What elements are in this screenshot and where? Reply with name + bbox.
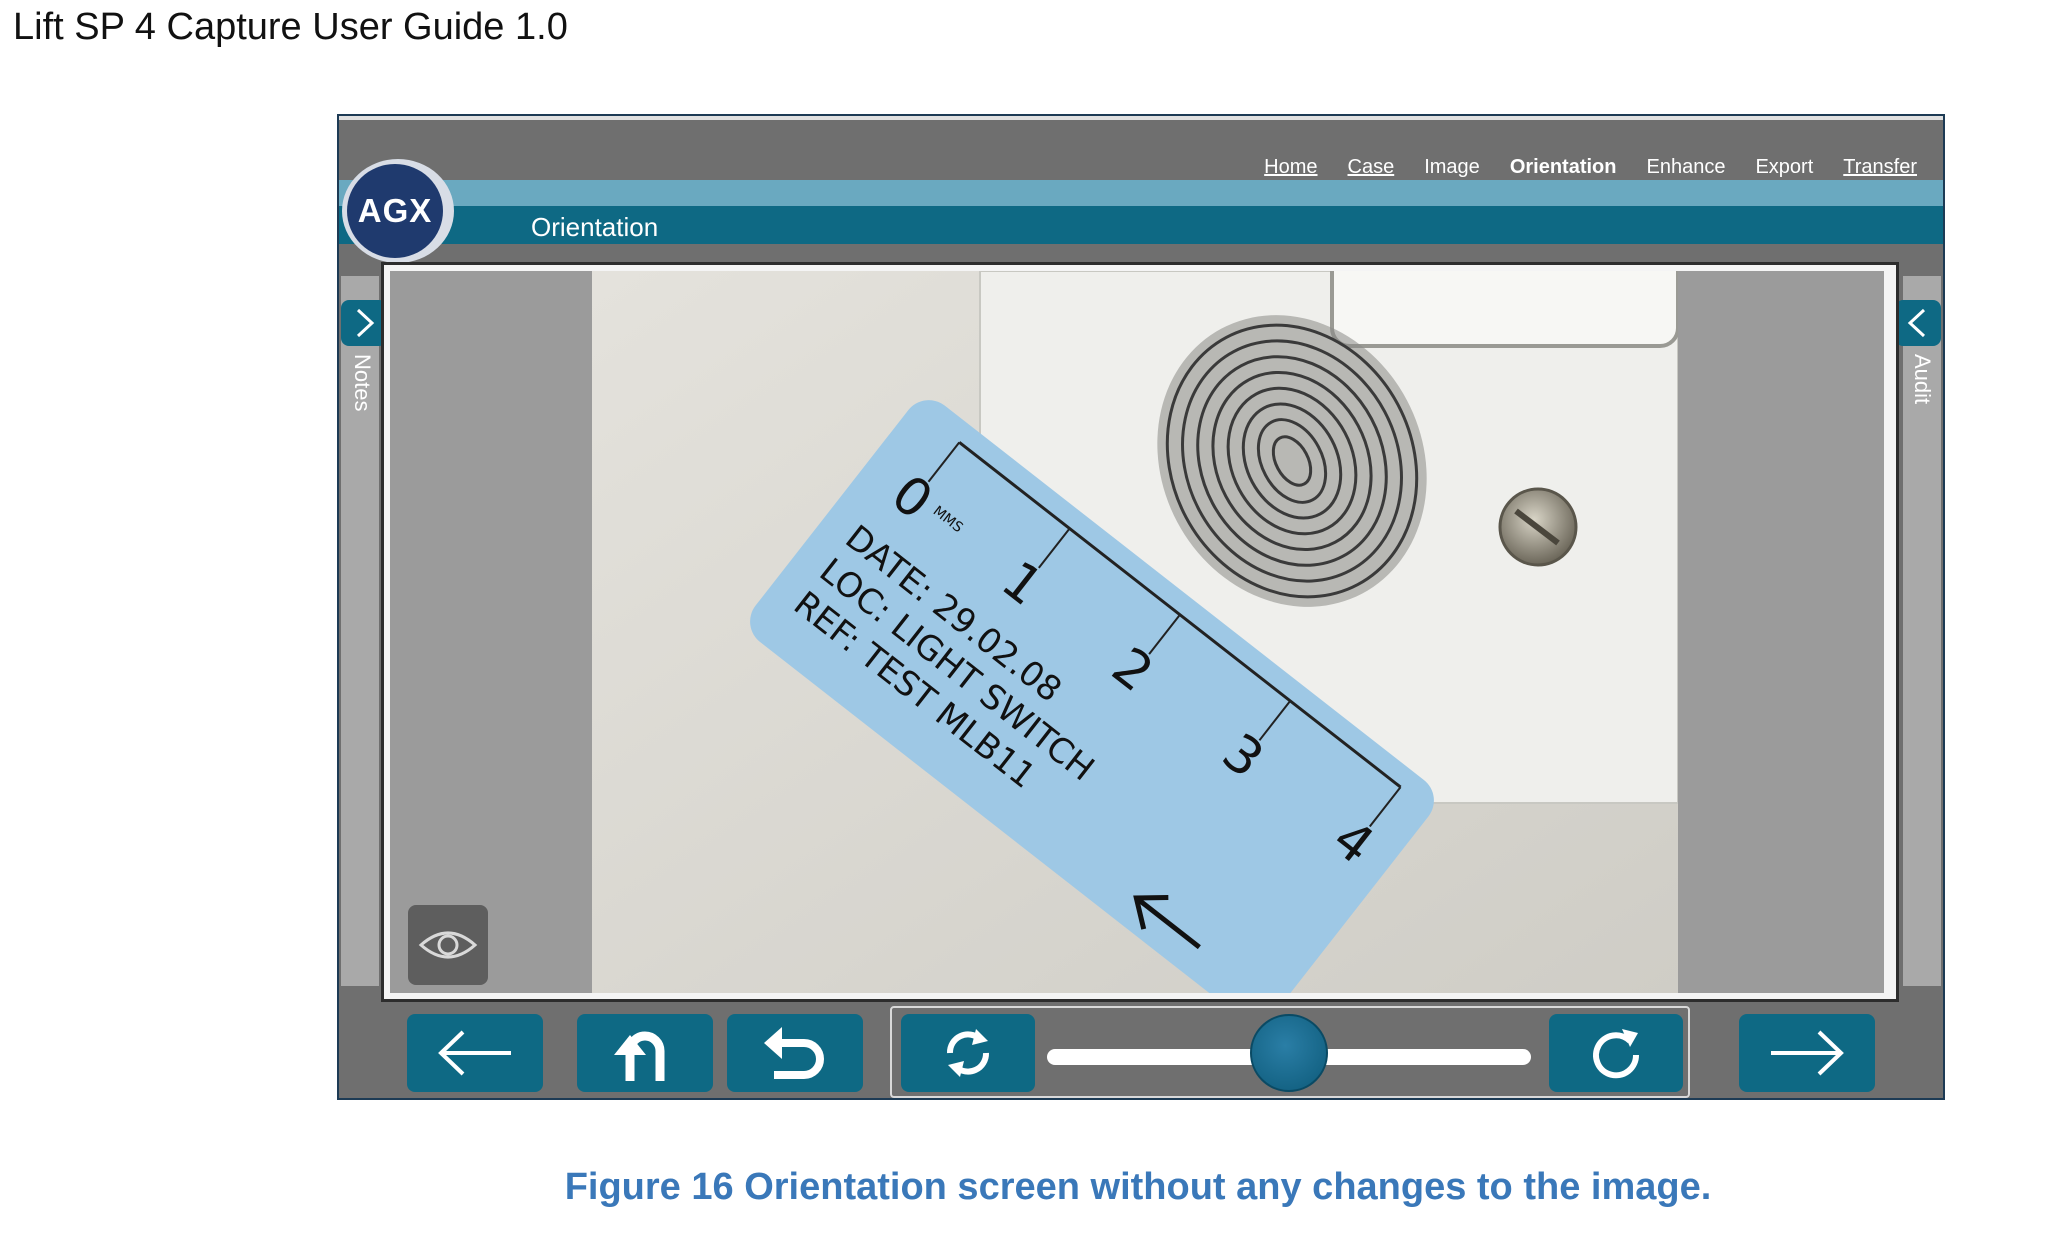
nav-enhance[interactable]: Enhance bbox=[1646, 156, 1725, 179]
rotate-arrows-icon bbox=[947, 1029, 989, 1077]
rotate-button[interactable] bbox=[1549, 1014, 1683, 1092]
evidence-photo[interactable]: 0 MMS 1 2 3 4 DATE: 29.02.08 LOC: LIGHT … bbox=[592, 271, 1678, 993]
nav-case[interactable]: Case bbox=[1348, 156, 1395, 179]
nav-export[interactable]: Export bbox=[1755, 156, 1813, 179]
arrow-right-icon bbox=[1771, 1030, 1844, 1076]
preview-toggle-button[interactable] bbox=[408, 905, 488, 985]
top-nav: Home Case Image Orientation Enhance Expo… bbox=[1264, 156, 1917, 179]
arrow-left-icon bbox=[438, 1030, 511, 1076]
undo-icon bbox=[764, 1027, 824, 1079]
notes-label: Notes bbox=[350, 354, 375, 412]
app-screenshot: Home Case Image Orientation Enhance Expo… bbox=[337, 114, 1945, 1100]
audit-expand-button[interactable] bbox=[1895, 300, 1941, 346]
back-button[interactable] bbox=[407, 1014, 543, 1092]
bottom-toolbar bbox=[339, 1002, 1943, 1098]
flip-button[interactable] bbox=[577, 1014, 713, 1092]
viewer-canvas: 0 MMS 1 2 3 4 DATE: 29.02.08 LOC: LIGHT … bbox=[390, 271, 1884, 993]
evidence-photo-art: 0 MMS 1 2 3 4 DATE: 29.02.08 LOC: LIGHT … bbox=[592, 271, 1678, 993]
window-top-line bbox=[339, 116, 1943, 120]
next-button[interactable] bbox=[1739, 1014, 1875, 1092]
image-viewer[interactable]: 0 MMS 1 2 3 4 DATE: 29.02.08 LOC: LIGHT … bbox=[381, 262, 1899, 1002]
figure-caption: Figure 16 Orientation screen without any… bbox=[564, 1166, 1712, 1208]
nav-transfer[interactable]: Transfer bbox=[1843, 156, 1917, 179]
chevron-right-icon bbox=[356, 308, 375, 338]
undo-button[interactable] bbox=[727, 1014, 863, 1092]
flip-arrow-icon bbox=[614, 1031, 665, 1081]
rotate-clockwise-icon bbox=[1593, 1029, 1640, 1079]
auto-rotate-button[interactable] bbox=[901, 1014, 1035, 1092]
document-header: Lift SP 4 Capture User Guide 1.0 bbox=[13, 6, 568, 48]
chevron-left-icon bbox=[1907, 308, 1926, 338]
audit-label: Audit bbox=[1910, 354, 1935, 405]
nav-home[interactable]: Home bbox=[1264, 156, 1317, 179]
rotation-slider-thumb[interactable] bbox=[1250, 1014, 1328, 1092]
nav-orientation[interactable]: Orientation bbox=[1510, 156, 1617, 179]
screen-title: Orientation bbox=[531, 212, 659, 242]
nav-image[interactable]: Image bbox=[1424, 156, 1480, 179]
header-band-gray bbox=[339, 244, 1943, 258]
eye-icon bbox=[418, 931, 478, 959]
agx-logo[interactable]: AGX bbox=[347, 164, 443, 258]
